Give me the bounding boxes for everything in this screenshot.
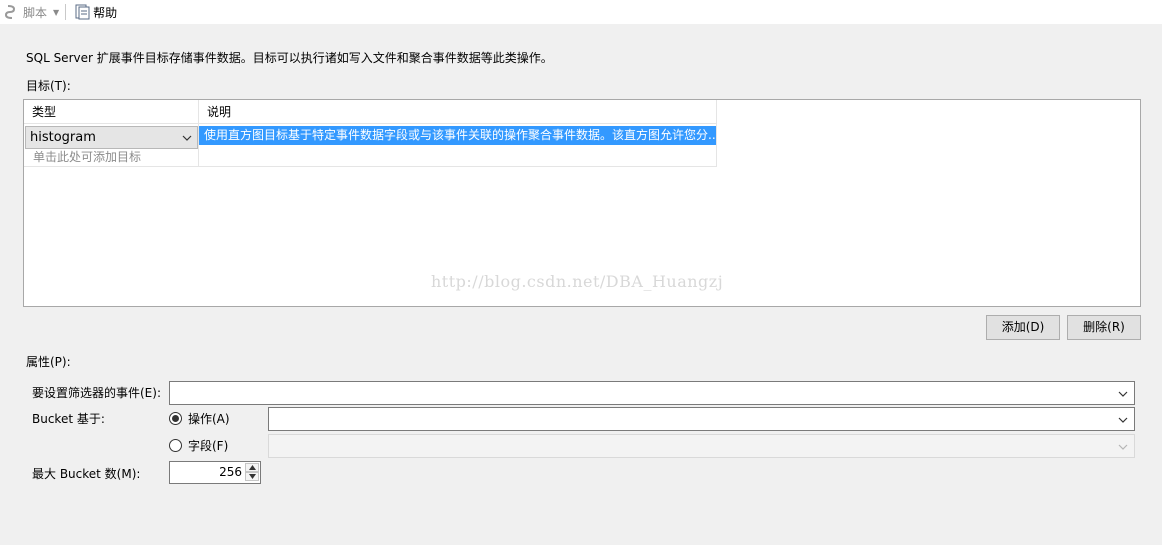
target-type-value: histogram (30, 130, 96, 145)
targets-label: 目标(T): (26, 79, 71, 93)
stepper-up-icon[interactable] (245, 463, 259, 472)
action-select[interactable] (268, 407, 1135, 431)
target-type-select[interactable]: histogram (25, 126, 198, 149)
max-bucket-label: 最大 Bucket 数(M): (32, 467, 141, 481)
delete-button[interactable]: 删除(R) (1067, 315, 1141, 340)
filter-event-select[interactable] (169, 381, 1135, 405)
chevron-down-icon (1118, 441, 1128, 451)
script-icon (4, 4, 20, 20)
radio-action[interactable]: 操作(A) (169, 410, 230, 427)
help-button[interactable]: 帮助 (70, 0, 121, 24)
target-description-cell[interactable]: 使用直方图目标基于特定事件数据字段或与该事件关联的操作聚合事件数据。该直方图允许… (199, 126, 716, 145)
chevron-down-icon[interactable] (1118, 414, 1128, 424)
radio-field[interactable]: 字段(F) (169, 437, 228, 454)
add-target-hint[interactable]: 单击此处可添加目标 (33, 148, 141, 165)
grid-bottom-border (24, 166, 717, 167)
column-header-type[interactable]: 类型 (24, 100, 198, 124)
page-description: SQL Server 扩展事件目标存储事件数据。目标可以执行诸如写入文件和聚合事… (26, 51, 553, 65)
watermark: http://blog.csdn.net/DBA_Huangzj (431, 272, 724, 291)
add-button[interactable]: 添加(D) (986, 315, 1060, 340)
help-label: 帮助 (93, 5, 118, 20)
toolbar-separator (65, 4, 67, 20)
chevron-down-icon[interactable] (181, 127, 193, 148)
help-document-icon (74, 4, 90, 20)
radio-checked-icon[interactable] (169, 412, 182, 425)
grid-right-border (716, 100, 717, 166)
toolbar: 脚本 ▼ 帮助 (0, 0, 1162, 24)
properties-label: 属性(P): (26, 355, 71, 369)
max-bucket-stepper[interactable]: 256 (169, 461, 261, 484)
bucket-based-label: Bucket 基于: (32, 412, 105, 426)
filter-event-label: 要设置筛选器的事件(E): (32, 386, 161, 400)
stepper-down-icon[interactable] (245, 472, 259, 481)
stepper-buttons (245, 463, 259, 482)
chevron-down-icon[interactable] (1118, 388, 1128, 398)
radio-unchecked-icon[interactable] (169, 439, 182, 452)
script-label: 脚本 (23, 5, 48, 20)
targets-grid[interactable]: 类型 说明 histogram 使用直方图目标基于特定事件数据字段或与该事件关联… (23, 99, 1141, 307)
field-select (268, 434, 1135, 458)
radio-field-label: 字段(F) (188, 439, 229, 453)
grid-header: 类型 说明 (24, 100, 717, 124)
script-menu-button[interactable]: 脚本 ▼ (0, 0, 63, 24)
max-bucket-value[interactable]: 256 (219, 462, 242, 483)
column-header-description[interactable]: 说明 (199, 100, 716, 124)
chevron-down-icon[interactable]: ▼ (53, 8, 59, 17)
radio-action-label: 操作(A) (188, 412, 230, 426)
